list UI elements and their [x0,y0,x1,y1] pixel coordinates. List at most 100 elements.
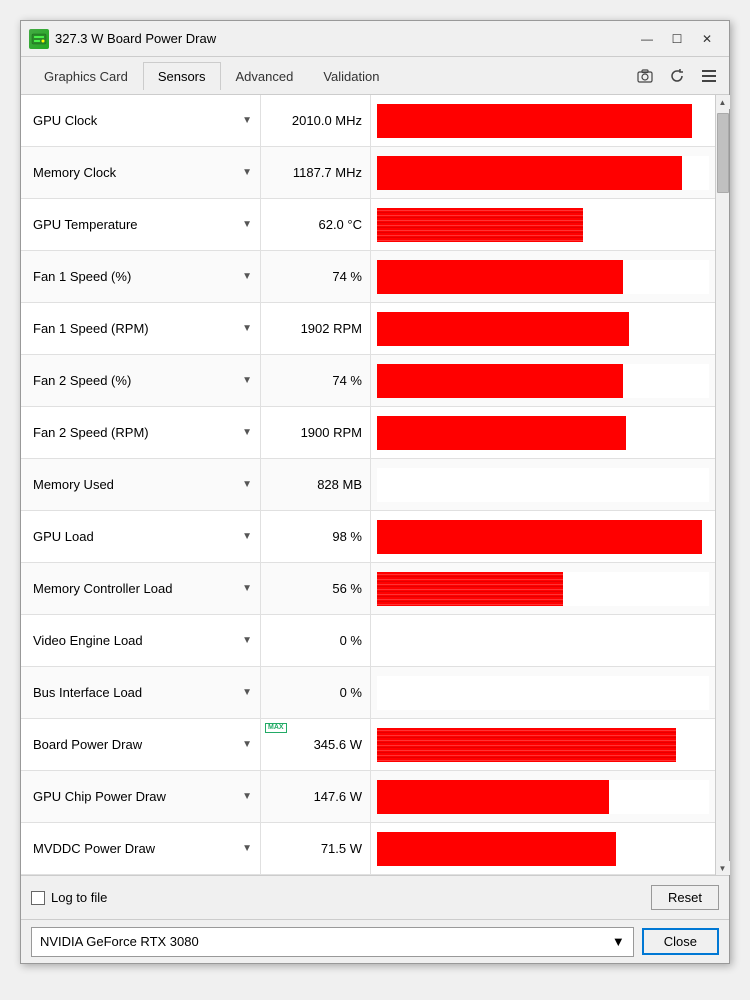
sensor-label: Bus Interface Load [33,685,142,700]
bar-fill [377,416,626,450]
sensor-dropdown-arrow[interactable]: ▼ [242,375,252,386]
bar-container [377,832,709,866]
sensor-value-text: 56 % [332,581,362,596]
sensor-name-cell: GPU Clock ▼ [21,95,261,146]
log-to-file-checkbox[interactable] [31,891,45,905]
sensor-bar-cell [371,511,715,562]
minimize-button[interactable]: — [633,28,661,50]
sensor-label: Board Power Draw [33,737,142,752]
sensor-value-text: 74 % [332,373,362,388]
sensor-bar-cell [371,771,715,822]
sensor-row: Fan 2 Speed (%) ▼ 74 % [21,355,715,407]
sensor-value-text: 1187.7 MHz [293,165,362,180]
bar-container [377,780,709,814]
close-window-button[interactable]: ✕ [693,28,721,50]
sensor-dropdown-arrow[interactable]: ▼ [242,583,252,594]
sensor-value-text: 1900 RPM [301,425,362,440]
sensor-bar-cell [371,251,715,302]
menu-icon-button[interactable] [697,64,721,88]
refresh-icon-button[interactable] [665,64,689,88]
app-icon [29,29,49,49]
bar-container [377,468,709,502]
sensor-row: Fan 1 Speed (%) ▼ 74 % [21,251,715,303]
bar-container [377,572,709,606]
bar-fill [377,312,629,346]
scroll-down-button[interactable]: ▼ [716,861,730,875]
sensor-name-cell: Memory Clock ▼ [21,147,261,198]
sensor-bar-cell [371,615,715,666]
sensor-row: GPU Temperature ▼ 62.0 °C [21,199,715,251]
sensor-name-cell: GPU Temperature ▼ [21,199,261,250]
sensor-value-text: 74 % [332,269,362,284]
reset-button[interactable]: Reset [651,885,719,910]
sensor-dropdown-arrow[interactable]: ▼ [242,739,252,750]
sensor-label: GPU Load [33,529,94,544]
gpu-select-arrow: ▼ [612,934,625,949]
sensor-dropdown-arrow[interactable]: ▼ [242,531,252,542]
sensor-dropdown-arrow[interactable]: ▼ [242,167,252,178]
sensor-label: GPU Clock [33,113,97,128]
log-to-file-label[interactable]: Log to file [31,890,107,905]
sensor-value-cell: 2010.0 MHz [261,95,371,146]
title-bar-controls: — ☐ ✕ [633,28,721,50]
tab-bar: Graphics Card Sensors Advanced Validatio… [21,57,729,95]
sensor-name-cell: Fan 2 Speed (RPM) ▼ [21,407,261,458]
sensor-label: Video Engine Load [33,633,143,648]
sensor-name-cell: Board Power Draw ▼ [21,719,261,770]
max-badge: MAX [265,723,287,733]
sensor-value-cell: 0 % [261,667,371,718]
bar-fill [377,208,583,242]
maximize-button[interactable]: ☐ [663,28,691,50]
sensor-row: GPU Load ▼ 98 % [21,511,715,563]
sensor-name-cell: Memory Used ▼ [21,459,261,510]
sensor-bar-cell [371,823,715,874]
sensor-value-cell: 62.0 °C [261,199,371,250]
title-bar-left: 327.3 W Board Power Draw [29,29,216,49]
sensor-row: Memory Clock ▼ 1187.7 MHz [21,147,715,199]
sensor-row: Video Engine Load ▼ 0 % [21,615,715,667]
footer: Log to file Reset [21,875,729,919]
sensor-dropdown-arrow[interactable]: ▼ [242,219,252,230]
sensor-dropdown-arrow[interactable]: ▼ [242,115,252,126]
bar-container [377,156,709,190]
scroll-thumb[interactable] [717,113,729,193]
sensor-value-cell: 147.6 W [261,771,371,822]
sensor-name-cell: Fan 2 Speed (%) ▼ [21,355,261,406]
title-bar: 327.3 W Board Power Draw — ☐ ✕ [21,21,729,57]
close-button[interactable]: Close [642,928,719,955]
bar-fill [377,572,563,606]
sensor-value-cell: 56 % [261,563,371,614]
tab-validation[interactable]: Validation [308,62,394,90]
sensor-row: Fan 1 Speed (RPM) ▼ 1902 RPM [21,303,715,355]
bar-container [377,208,709,242]
sensor-label: Memory Used [33,477,114,492]
sensor-value-cell: 0 % [261,615,371,666]
sensor-row: GPU Clock ▼ 2010.0 MHz [21,95,715,147]
sensor-dropdown-arrow[interactable]: ▼ [242,271,252,282]
bar-container [377,728,709,762]
sensor-dropdown-arrow[interactable]: ▼ [242,687,252,698]
gpu-select[interactable]: NVIDIA GeForce RTX 3080 ▼ [31,927,634,957]
sensor-bar-cell [371,407,715,458]
sensor-value-text: 0 % [340,633,362,648]
bar-fill [377,780,609,814]
scroll-up-button[interactable]: ▲ [716,95,730,109]
tab-advanced[interactable]: Advanced [221,62,309,90]
tab-sensors[interactable]: Sensors [143,62,221,90]
sensor-dropdown-arrow[interactable]: ▼ [242,635,252,646]
camera-icon-button[interactable] [633,64,657,88]
sensor-dropdown-arrow[interactable]: ▼ [242,791,252,802]
sensor-name-cell: Fan 1 Speed (%) ▼ [21,251,261,302]
bar-container [377,104,709,138]
sensor-value-cell: 71.5 W [261,823,371,874]
sensor-value-text: 71.5 W [321,841,362,856]
sensor-label: GPU Temperature [33,217,138,232]
sensor-dropdown-arrow[interactable]: ▼ [242,843,252,854]
tab-graphics-card[interactable]: Graphics Card [29,62,143,90]
sensor-row: GPU Chip Power Draw ▼ 147.6 W [21,771,715,823]
sensor-value-cell: 828 MB [261,459,371,510]
bar-fill [377,260,623,294]
sensor-dropdown-arrow[interactable]: ▼ [242,427,252,438]
sensor-dropdown-arrow[interactable]: ▼ [242,479,252,490]
sensor-dropdown-arrow[interactable]: ▼ [242,323,252,334]
